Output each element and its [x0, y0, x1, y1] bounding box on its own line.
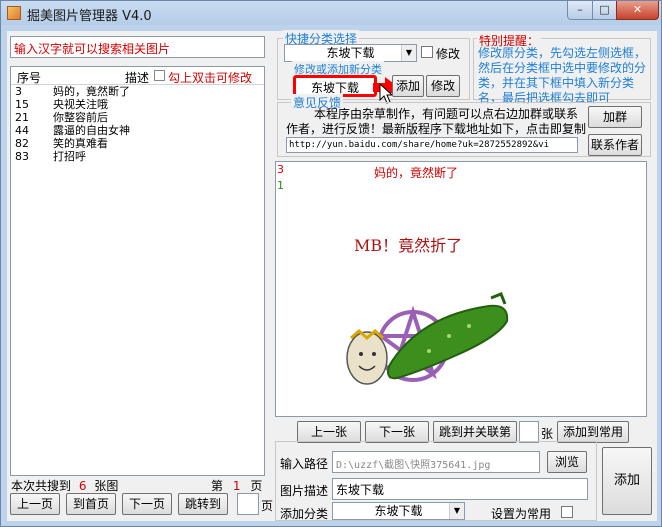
- next-image-button[interactable]: 下一张: [365, 421, 429, 443]
- window-title: 掘美图片管理器 V4.0: [27, 9, 152, 24]
- list-header: 序号 描述 勾上双击可修改: [11, 67, 264, 85]
- modify-checkbox-label: 修改: [436, 47, 461, 61]
- page-value: 1: [232, 479, 241, 493]
- category-select-value: 东坡下载: [326, 46, 375, 60]
- list-item-id: 3: [15, 85, 22, 98]
- preview-line-number: 1: [277, 179, 284, 192]
- image-list[interactable]: 序号 描述 勾上双击可修改 3 妈的，竟然断了 15 央视关注哦 21 你整容前…: [10, 66, 265, 476]
- list-item-desc: 妈的，竟然断了: [53, 85, 130, 98]
- next-page-button[interactable]: 下一页: [122, 493, 172, 515]
- preview-panel: 3 1 妈的，竟然断了 MB！竟然折了: [275, 161, 647, 417]
- list-item-id: 83: [15, 150, 29, 163]
- set-common-checkbox[interactable]: [561, 506, 573, 518]
- list-item[interactable]: 44 露逼的自由女神: [11, 124, 264, 137]
- list-item-id: 82: [15, 137, 29, 150]
- jump-image-number-input[interactable]: [519, 421, 539, 443]
- prev-page-button[interactable]: 上一页: [10, 493, 60, 515]
- list-item[interactable]: 83 打招呼: [11, 150, 264, 163]
- download-url-field[interactable]: http://yun.baidu.com/share/home?uk=28725…: [286, 137, 578, 153]
- title-bar[interactable]: 掘美图片管理器 V4.0 – □ ✕: [1, 1, 661, 25]
- list-item-desc: 央视关注哦: [53, 98, 108, 111]
- first-page-button[interactable]: 到首页: [66, 493, 116, 515]
- modify-category-button[interactable]: 修改: [426, 75, 460, 97]
- list-item[interactable]: 82 笑的真难看: [11, 137, 264, 150]
- search-input[interactable]: 输入汉字就可以搜索相关图片: [10, 36, 265, 58]
- cucumber-meme-image: [346, 292, 509, 385]
- client-area: 输入汉字就可以搜索相关图片 序号 描述 勾上双击可修改 3 妈的，竟然断了 15…: [7, 30, 657, 521]
- list-item-desc: 打招呼: [53, 150, 86, 163]
- jump-related-button[interactable]: 跳到并关联第: [433, 421, 517, 443]
- browse-button[interactable]: 浏览: [547, 451, 587, 473]
- cartoon-face-icon: [346, 329, 388, 385]
- add-category-button[interactable]: 添加: [392, 75, 424, 97]
- count-value: 6: [78, 479, 87, 493]
- minimize-button[interactable]: –: [567, 1, 593, 20]
- app-icon: [7, 6, 21, 20]
- feedback-text: 本程序由杂草制作，有问题可以点右边加群或联系作者，进行反馈！最新版程序下载地址如…: [286, 107, 587, 136]
- prev-image-button[interactable]: 上一张: [297, 421, 361, 443]
- list-item-id: 15: [15, 98, 29, 111]
- path-label: 输入路径: [280, 457, 329, 471]
- chevron-down-icon[interactable]: ▼: [449, 503, 464, 519]
- edit-hint: 勾上双击可修改: [168, 71, 253, 85]
- preview-title: 妈的，竟然断了: [374, 166, 459, 180]
- desc-label: 图片描述: [280, 484, 329, 498]
- list-item-id: 21: [15, 111, 29, 124]
- add-category-select[interactable]: 东坡下载 ▼: [332, 502, 465, 520]
- close-button[interactable]: ✕: [616, 1, 659, 20]
- image-path-input[interactable]: D:\uzzf\截图\快照375641.jpg: [332, 451, 540, 473]
- edit-mode-checkbox[interactable]: [154, 70, 165, 81]
- image-desc-input[interactable]: 东坡下载: [332, 478, 588, 500]
- chevron-down-icon[interactable]: ▼: [401, 45, 416, 61]
- page-number-input[interactable]: [237, 493, 259, 515]
- list-item-id: 44: [15, 124, 29, 137]
- contact-author-button[interactable]: 联系作者: [588, 134, 642, 156]
- list-item-desc: 露逼的自由女神: [53, 124, 130, 137]
- join-group-button[interactable]: 加群: [588, 106, 642, 128]
- category-select[interactable]: 东坡下载 ▼: [284, 44, 417, 62]
- preview-id: 3: [277, 163, 284, 176]
- list-item[interactable]: 21 你整容前后: [11, 111, 264, 124]
- set-common-label: 设置为常用: [491, 507, 552, 521]
- preview-image: MB！竟然折了: [319, 186, 613, 396]
- image-caption: MB！竟然折了: [354, 236, 463, 255]
- modify-checkbox[interactable]: [421, 46, 433, 58]
- list-item[interactable]: 15 央视关注哦: [11, 98, 264, 111]
- page-indicator: 第 1 页: [211, 477, 262, 494]
- column-desc-header: 描述: [125, 71, 150, 85]
- jump-image-unit: 张: [541, 427, 554, 441]
- add-to-common-button[interactable]: 添加到常用: [557, 421, 629, 443]
- list-item-desc: 你整容前后: [53, 111, 108, 124]
- list-item[interactable]: 3 妈的，竟然断了: [11, 85, 264, 98]
- notice-text: 修改原分类，先勾选左侧选框，然后在分类框中选中要修改的分类，并在其下框中填入新分…: [478, 46, 647, 105]
- add-image-button[interactable]: 添加: [602, 447, 652, 515]
- page-unit: 页: [261, 499, 274, 513]
- count-prefix: 本次共搜到: [11, 479, 72, 493]
- search-count: 本次共搜到 6 张图: [11, 477, 118, 494]
- add-category-value: 东坡下载: [374, 504, 423, 518]
- list-item-desc: 笑的真难看: [53, 137, 108, 150]
- page-suffix: 页: [250, 479, 263, 493]
- column-id-header: 序号: [17, 71, 42, 85]
- category-label: 添加分类: [280, 507, 329, 521]
- count-suffix: 张图: [94, 479, 119, 493]
- page-prefix: 第: [211, 479, 224, 493]
- maximize-button[interactable]: □: [592, 1, 617, 20]
- app-window: 掘美图片管理器 V4.0 – □ ✕ 输入汉字就可以搜索相关图片 序号 描述 勾…: [0, 0, 662, 527]
- jump-page-button[interactable]: 跳转到: [178, 493, 228, 515]
